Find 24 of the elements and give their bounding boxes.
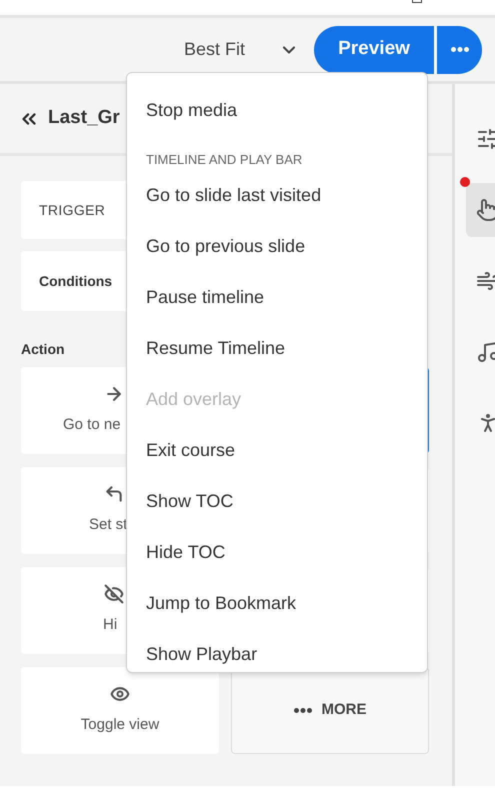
action-label-text: Go to ne	[63, 415, 121, 436]
action-label: Action	[21, 340, 65, 359]
ellipsis-icon	[450, 47, 469, 52]
menu-item[interactable]: Stop media	[146, 85, 397, 136]
hand-pointer-icon	[476, 198, 495, 222]
music-note-icon	[476, 340, 495, 364]
more-button[interactable]: MORE	[231, 667, 429, 754]
menu-item[interactable]: Go to slide last visited	[146, 170, 397, 220]
menu-section-header: TIMELINE AND PLAY BAR	[146, 151, 304, 169]
action-label-text: Hi	[103, 615, 118, 636]
rail-tab-selected[interactable]	[466, 183, 495, 237]
menu-item[interactable]: Go to previous slide	[146, 220, 397, 272]
corner-arrow-icon	[104, 484, 124, 504]
sliders-icon	[476, 127, 495, 151]
panel-title: Last_Gr	[48, 106, 120, 130]
action-card[interactable]: Toggle view	[21, 667, 219, 754]
more-options-button[interactable]	[437, 26, 482, 74]
wind-icon	[476, 269, 495, 293]
eye-off-icon	[104, 584, 124, 604]
preview-button[interactable]: Preview	[314, 26, 434, 74]
ellipsis-icon	[294, 708, 312, 713]
menu-item[interactable]: Pause timeline	[146, 272, 397, 322]
action-label-text: Toggle view	[80, 715, 160, 736]
zoom-dropdown[interactable]: Best Fit	[184, 36, 300, 63]
